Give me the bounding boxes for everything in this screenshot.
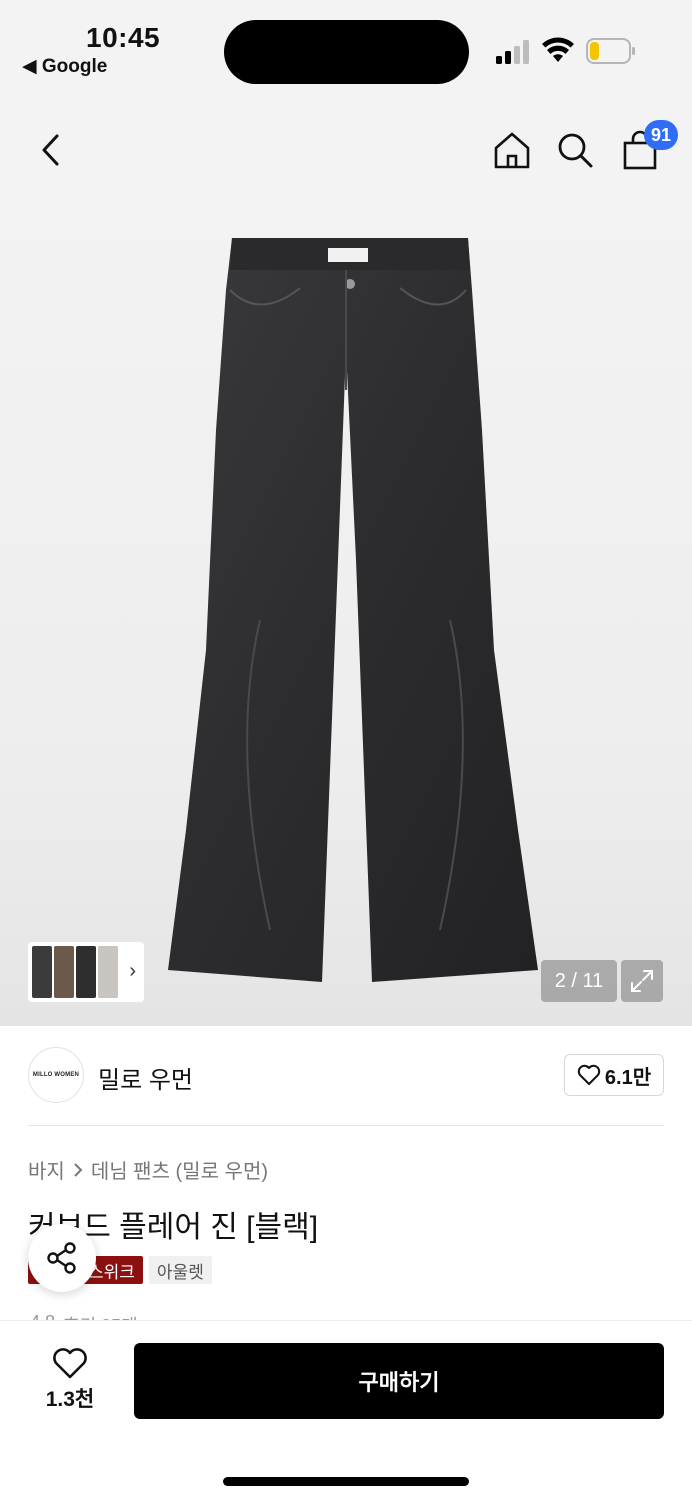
brand-name[interactable]: 밀로 우먼	[98, 1060, 193, 1095]
thumbnail-image[interactable]	[98, 946, 118, 998]
dynamic-island	[224, 20, 469, 84]
search-button[interactable]	[551, 124, 599, 176]
wishlist-count: 1.3천	[45, 1388, 95, 1411]
heart-icon	[577, 1064, 601, 1085]
bottom-action-bar: 1.3천 구매하기	[0, 1320, 692, 1500]
back-to-app-link[interactable]: ◀ Google	[22, 55, 107, 78]
chevron-right-icon	[74, 1162, 83, 1177]
thumbnail-image[interactable]	[54, 946, 74, 998]
cellular-signal-icon	[496, 40, 529, 64]
share-icon	[47, 1242, 76, 1274]
search-icon	[558, 133, 593, 168]
status-bar: 10:45 ◀ Google	[0, 0, 692, 100]
badge-outlet: 아울렛	[148, 1256, 212, 1284]
image-page-indicator: 2 / 11	[541, 960, 617, 1002]
chevron-right-icon[interactable]: ›	[129, 960, 136, 983]
home-icon	[494, 132, 530, 169]
heart-icon	[53, 1348, 87, 1379]
brand-like-button[interactable]: 6.1만	[564, 1054, 664, 1096]
home-button[interactable]	[488, 124, 536, 176]
share-button[interactable]	[28, 1224, 96, 1292]
expand-icon	[631, 970, 653, 992]
breadcrumb-category[interactable]: 바지	[28, 1155, 65, 1184]
status-time: 10:45	[86, 22, 161, 53]
thumbnail-image[interactable]	[76, 946, 96, 998]
battery-icon	[586, 38, 635, 64]
back-chevron-icon	[42, 134, 59, 166]
expand-image-button[interactable]	[621, 960, 663, 1002]
product-image	[168, 238, 538, 982]
thumbnail-image[interactable]	[32, 946, 52, 998]
thumbnail-strip[interactable]: ›	[28, 942, 144, 1002]
cart-count-badge: 91	[644, 120, 678, 150]
wifi-icon	[542, 37, 574, 62]
brand-logo[interactable]: MILLO WOMEN	[28, 1047, 84, 1103]
wishlist-button[interactable]: 1.3천	[30, 1347, 110, 1417]
home-indicator	[223, 1477, 469, 1486]
product-image-gallery[interactable]: › 2 / 11	[0, 200, 692, 1026]
buy-button[interactable]: 구매하기	[134, 1343, 664, 1419]
cart-button[interactable]: 91	[616, 120, 678, 176]
divider	[28, 1125, 664, 1126]
breadcrumb-subcategory[interactable]: 데님 팬츠 (밀로 우먼)	[91, 1155, 268, 1184]
back-button[interactable]	[26, 124, 74, 176]
brand-like-count: 6.1만	[604, 1066, 652, 1089]
brand-row[interactable]: MILLO WOMEN 밀로 우먼 6.1만	[0, 1026, 692, 1126]
breadcrumb: 바지 데님 팬츠 (밀로 우먼)	[28, 1155, 268, 1184]
top-navigation: 91	[0, 100, 692, 200]
